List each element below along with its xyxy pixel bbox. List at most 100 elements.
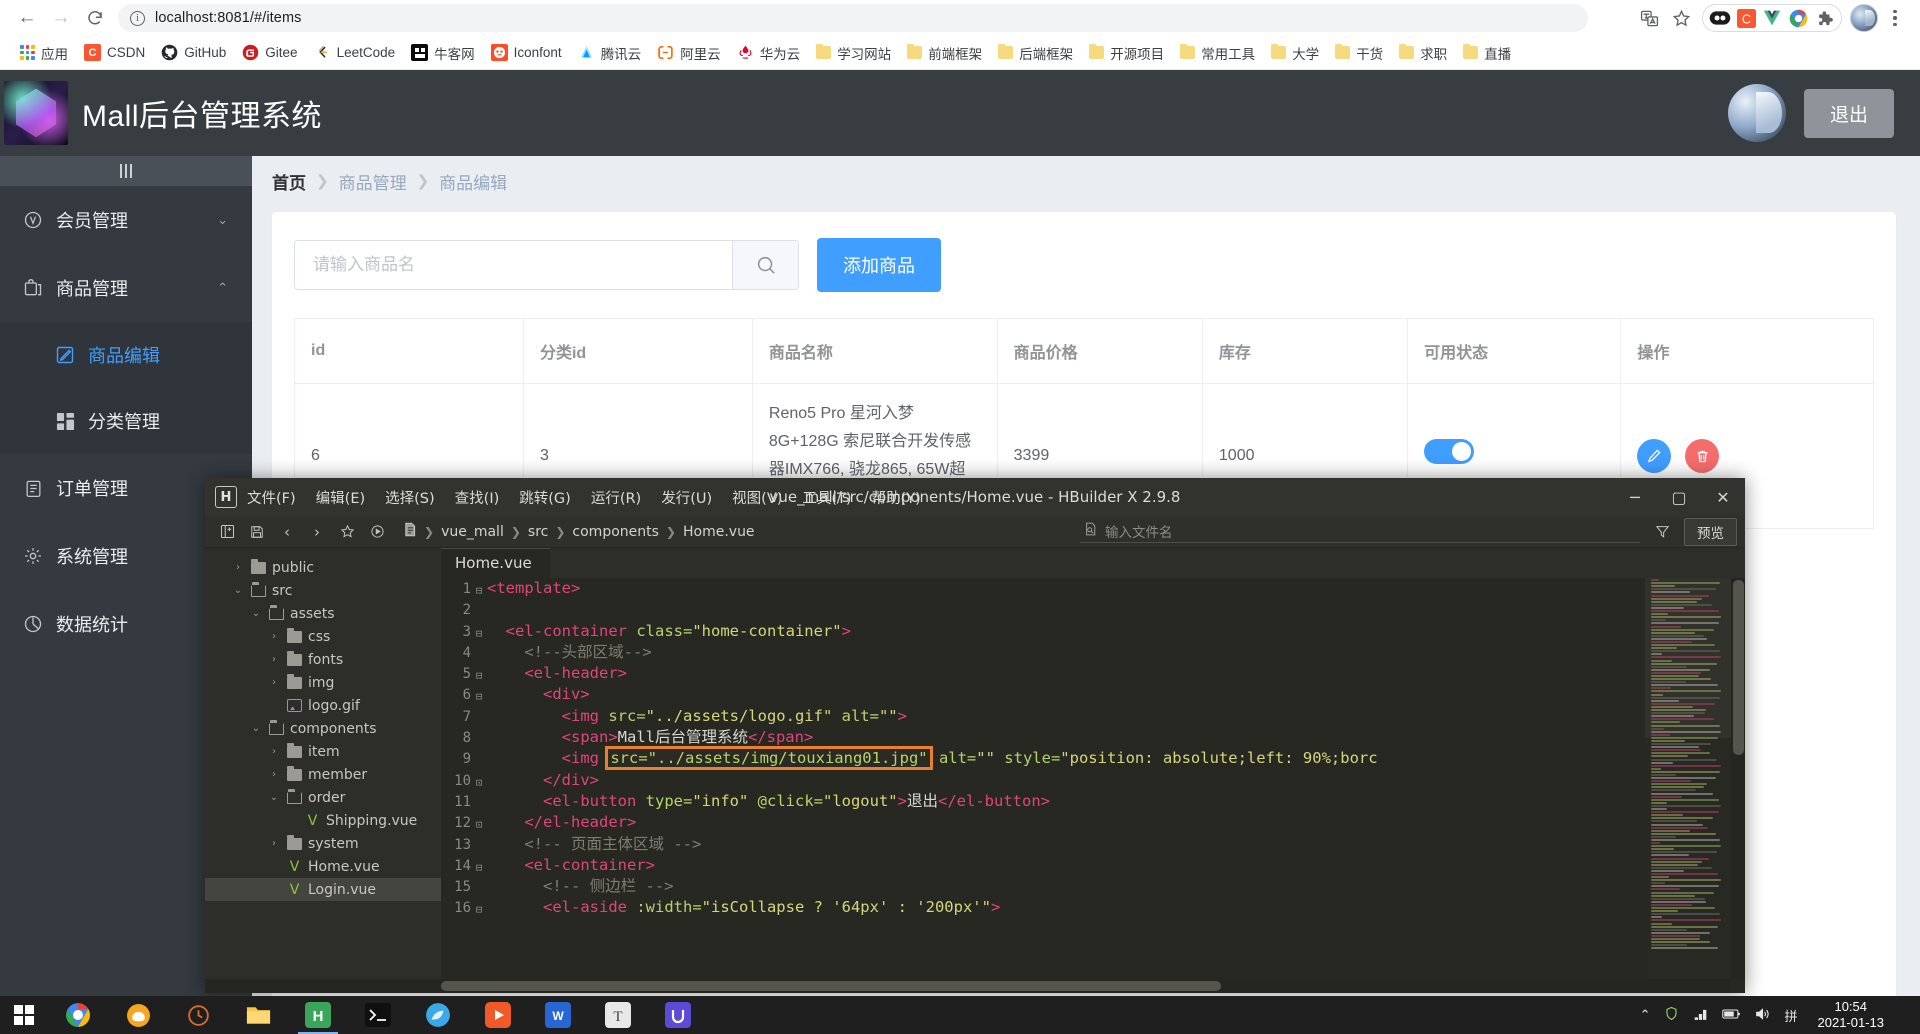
bookmark-nowcoder[interactable]: 牛客网 [403, 40, 483, 66]
kebab-menu-icon[interactable] [1880, 3, 1910, 33]
menu-edit[interactable]: 编辑(E) [316, 487, 365, 508]
logout-button[interactable]: 退出 [1803, 88, 1894, 138]
menu-goto[interactable]: 跳转(G) [519, 487, 571, 508]
editor-tab-home-vue[interactable]: Home.vue [441, 548, 550, 578]
hb-crumb-project[interactable]: vue_mall [441, 524, 504, 540]
sidebar-item-category[interactable]: 分类管理 [0, 388, 252, 454]
moon-extension-icon[interactable] [1708, 6, 1732, 30]
hb-crumb-components[interactable]: components [572, 524, 659, 540]
edit-icon[interactable] [1637, 439, 1672, 473]
menu-find[interactable]: 查找(I) [455, 487, 500, 508]
battery-icon[interactable] [1722, 1008, 1741, 1023]
hb-crumb-file[interactable]: Home.vue [683, 524, 755, 540]
chevron-right-icon[interactable]: › [267, 746, 281, 757]
chrome-extension-icon[interactable] [1786, 6, 1810, 30]
chevron-right-icon[interactable]: › [267, 677, 281, 688]
windows-start-icon[interactable] [0, 996, 48, 1034]
chevron-down-icon[interactable]: ⌄ [267, 792, 281, 803]
fold-toggle-icon[interactable]: ⊟ [471, 663, 487, 684]
chevron-up-icon[interactable]: ⌃ [1640, 1007, 1651, 1023]
tree-item[interactable]: › member [205, 763, 441, 786]
tree-item[interactable]: › system [205, 832, 441, 855]
taskbar-chrome-icon[interactable] [48, 996, 108, 1034]
taskbar-typora-icon[interactable]: T [588, 996, 648, 1034]
bookmark-folder-university[interactable]: 大学 [1263, 40, 1327, 66]
menu-view[interactable]: 视图(V) [732, 487, 782, 508]
editor-vertical-scrollbar[interactable] [1731, 578, 1745, 979]
tree-item[interactable]: logo.gif [205, 694, 441, 717]
profile-avatar[interactable] [1850, 4, 1878, 32]
taskbar-wps-icon[interactable]: W [528, 996, 588, 1034]
search-input[interactable] [295, 241, 732, 289]
taskbar-idea-run-icon[interactable] [468, 996, 528, 1034]
file-name-input[interactable]: 输入文件名 [1080, 521, 1640, 543]
bookmark-apps[interactable]: 应用 [12, 40, 76, 66]
puzzle-extension-icon[interactable] [1812, 6, 1836, 30]
breadcrumb-home[interactable]: 首页 [272, 169, 306, 194]
bookmark-folder-backend[interactable]: 后端框架 [990, 40, 1081, 66]
taskbar-terminal-icon[interactable] [348, 996, 408, 1034]
funnel-icon[interactable] [1648, 519, 1676, 545]
bookmark-folder-study[interactable]: 学习网站 [808, 40, 899, 66]
scrollbar-thumb[interactable] [1733, 580, 1744, 755]
chevron-right-icon[interactable]: › [231, 562, 245, 573]
bookmark-aliyun[interactable]: 阿里云 [649, 40, 729, 66]
fold-toggle-icon[interactable]: ⊡ [471, 770, 487, 791]
close-button[interactable]: ✕ [1701, 478, 1745, 516]
bookmark-huawei-cloud[interactable]: 华为云 [729, 40, 809, 66]
menu-help[interactable]: 帮助(Y) [872, 487, 921, 508]
taskbar-browser-icon[interactable] [408, 996, 468, 1034]
chevron-right-icon[interactable]: › [267, 631, 281, 642]
address-bar[interactable]: i localhost:8081/#/items [118, 4, 1588, 32]
tree-item[interactable]: › fonts [205, 648, 441, 671]
sidebar-item-goods[interactable]: 商品管理 ⌃ [0, 254, 252, 322]
bookmark-folder-live[interactable]: 直播 [1455, 40, 1519, 66]
scrollbar-thumb[interactable] [441, 981, 1221, 991]
fold-toggle-icon[interactable]: ⊟ [471, 578, 487, 599]
hb-crumb-src[interactable]: src [528, 524, 548, 540]
menu-tools[interactable]: 工具(T) [802, 487, 851, 508]
bookmark-github[interactable]: GitHub [153, 40, 234, 66]
tree-item[interactable]: V Home.vue [205, 855, 441, 878]
tree-item[interactable]: ⌄ components [205, 717, 441, 740]
csdn-extension-icon[interactable]: C [1734, 6, 1758, 30]
search-button[interactable] [732, 241, 798, 289]
fold-toggle-icon[interactable]: ⊡ [471, 812, 487, 833]
taskbar-utools-icon[interactable] [648, 996, 708, 1034]
ime-icon[interactable]: 拼 [1784, 1006, 1797, 1025]
bookmark-leetcode[interactable]: LeetCode [306, 40, 404, 66]
chevron-right-icon[interactable]: › [267, 838, 281, 849]
taskbar-clock-timer-icon[interactable] [168, 996, 228, 1034]
bookmark-folder-jobs[interactable]: 求职 [1391, 40, 1455, 66]
site-info-icon[interactable]: i [130, 10, 145, 26]
back-icon[interactable]: ‹ [273, 519, 301, 545]
tree-item[interactable]: › public [205, 556, 441, 579]
network-icon[interactable] [1693, 1007, 1708, 1024]
editor-horizontal-scrollbar[interactable] [205, 979, 1731, 993]
bookmark-csdn[interactable]: C CSDN [76, 40, 153, 66]
fold-toggle-icon[interactable]: ⊟ [471, 855, 487, 876]
preview-button[interactable]: 预览 [1684, 517, 1737, 546]
back-button[interactable]: ← [10, 1, 44, 35]
forward-button[interactable]: → [44, 1, 78, 35]
bookmark-star-icon[interactable] [1666, 3, 1696, 33]
fold-toggle-icon[interactable]: ⊟ [471, 897, 487, 918]
forward-icon[interactable]: › [303, 519, 331, 545]
chevron-right-icon[interactable]: › [267, 769, 281, 780]
menu-run[interactable]: 运行(R) [591, 487, 641, 508]
tree-item[interactable]: › item [205, 740, 441, 763]
shield-icon[interactable] [1664, 1006, 1679, 1024]
sidebar-collapse-toggle[interactable] [0, 156, 252, 186]
menu-publish[interactable]: 发行(U) [661, 487, 712, 508]
bookmark-folder-frontend[interactable]: 前端框架 [899, 40, 990, 66]
minimize-button[interactable]: ─ [1613, 478, 1657, 516]
bookmark-folder-opensource[interactable]: 开源项目 [1081, 40, 1172, 66]
bookmark-folder-tools[interactable]: 常用工具 [1172, 40, 1263, 66]
code-minimap[interactable] [1645, 578, 1731, 979]
status-toggle[interactable] [1424, 438, 1475, 464]
taskbar-clock[interactable]: 10:54 2021-01-13 [1812, 999, 1891, 1031]
tree-item[interactable]: ⌄ order [205, 786, 441, 809]
tree-item[interactable]: V Shipping.vue [205, 809, 441, 832]
reload-button[interactable] [78, 1, 112, 35]
bookmark-gitee[interactable]: Gitee [234, 40, 305, 66]
